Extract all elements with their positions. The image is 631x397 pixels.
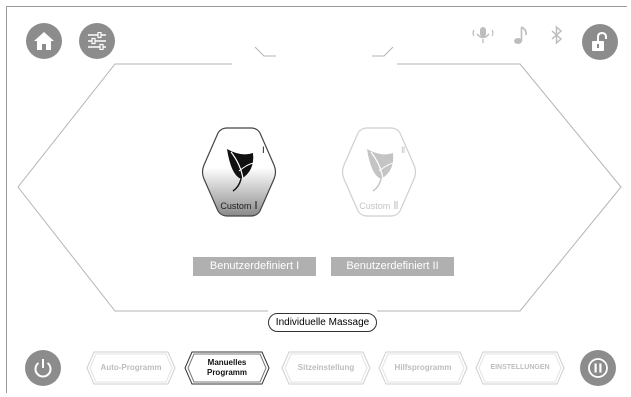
app-frame (6, 6, 627, 393)
custom-2-text: Custom (359, 201, 391, 211)
tab-hilfsprogramm[interactable]: Hilfsprogramm (378, 351, 468, 385)
bluetooth-icon (550, 25, 564, 50)
tab-label: Sitzeinstellung (297, 363, 355, 372)
custom-2-tile[interactable]: Ⅱ Custom Ⅱ (341, 127, 417, 217)
custom-2-badge: Ⅱ (401, 145, 406, 155)
tab-manuelles-programm[interactable]: Manuelles Programm (184, 351, 270, 385)
custom-1-badge: Ⅰ (262, 145, 265, 155)
settings-sliders-button[interactable] (79, 23, 115, 59)
custom-2-label: Custom Ⅱ (341, 199, 417, 212)
mode-title: Individuelle Massage (268, 313, 377, 332)
tab-label: EINSTELLUNGEN (490, 364, 550, 371)
tab-label: Manuelles Programm (206, 358, 247, 377)
power-button[interactable] (25, 350, 61, 386)
tab-label: Hilfsprogramm (394, 363, 452, 372)
power-icon (34, 359, 52, 378)
custom-2-numeral: Ⅱ (393, 200, 399, 212)
tab-einstellungen[interactable]: EINSTELLUNGEN (475, 351, 565, 385)
pause-icon (588, 358, 608, 378)
microphone-icon (472, 25, 494, 50)
custom-1-label: Custom Ⅰ (201, 199, 277, 212)
sliders-icon (88, 32, 106, 50)
tab-sitzeinstellung[interactable]: Sitzeinstellung (281, 351, 371, 385)
benutzerdefiniert-2-button[interactable]: Benutzerdefiniert II (331, 257, 454, 276)
home-icon (34, 32, 54, 50)
benutzerdefiniert-1-button[interactable]: Benutzerdefiniert I (193, 257, 316, 276)
tab-label: Auto-Programm (100, 363, 162, 372)
home-button[interactable] (26, 23, 62, 59)
pause-button[interactable] (580, 350, 616, 386)
music-note-icon (513, 25, 529, 50)
tab-auto-programm[interactable]: Auto-Programm (86, 351, 176, 385)
unlock-button[interactable] (582, 24, 618, 60)
unlock-icon (592, 31, 607, 51)
custom-1-text: Custom (220, 201, 252, 211)
custom-1-numeral: Ⅰ (254, 200, 258, 212)
custom-1-tile[interactable]: Ⅰ Custom Ⅰ (201, 127, 277, 217)
